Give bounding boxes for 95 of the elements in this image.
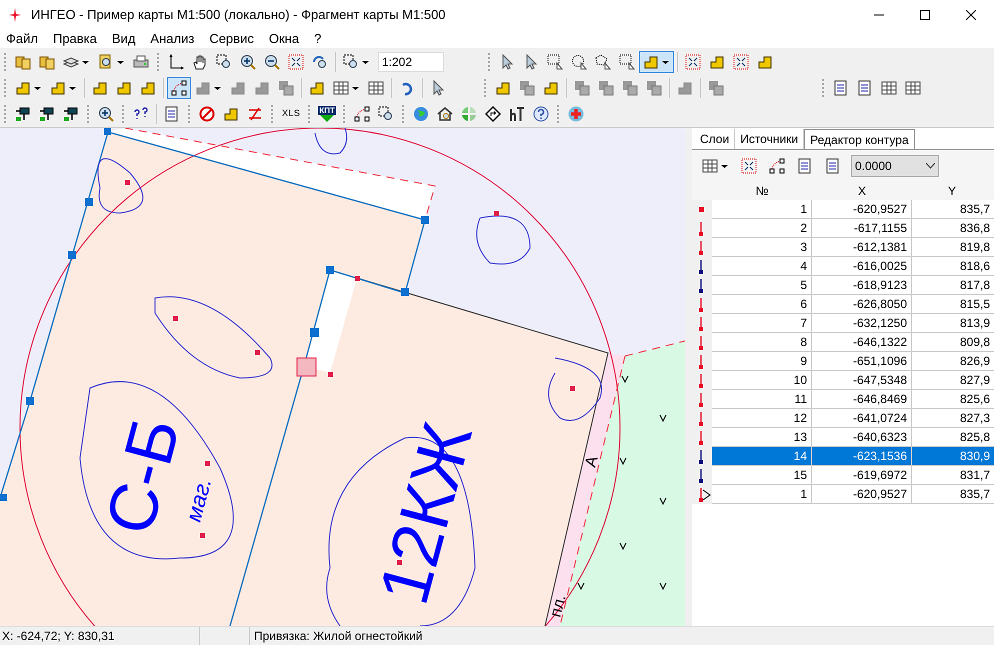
table-cell: -619,6972 [812,466,912,484]
triangle-icon [320,115,334,122]
table-cell: 9 [712,352,812,370]
table-cell: -620,9527 [812,200,912,218]
table-cell: -646,1322 [812,333,912,351]
panel-tab[interactable]: Редактор контура [804,129,915,149]
table-row[interactable]: 4 -616,0025 818,6 [712,257,994,276]
snap-status: Привязка: Жилой огнестойкий [253,628,422,645]
column-header[interactable]: № [712,182,812,200]
table-row[interactable]: 15 -619,6972 831,7 [712,466,994,485]
table-row[interactable]: 13 -640,6323 825,8 [712,428,994,447]
chevron-down-icon [926,163,935,169]
panel-tab[interactable]: Слои [695,129,736,149]
table-row[interactable]: 6 -626,8050 815,5 [712,295,994,314]
table-cell: 15 [712,466,812,484]
table-cell: -612,1381 [812,238,912,256]
menu-item[interactable]: ? [314,29,322,49]
map-label: пл. [547,592,570,620]
table-cell-text: 835,7 [958,486,991,503]
table-cell-text: 831,7 [958,467,991,484]
table-cell: 6 [712,295,812,313]
table-cell: 2 [712,219,812,237]
selected-vertex[interactable] [296,358,316,376]
table-row[interactable]: 2 -617,1155 836,8 [712,219,994,238]
table-cell: -626,8050 [812,295,912,313]
table-row[interactable]: 1 -620,9527 835,7 [712,200,994,219]
table-cell: -641,0724 [812,409,912,427]
table-cell-text: 818,6 [958,258,991,275]
table-cell: -616,0025 [812,257,912,275]
shape-icon[interactable] [639,51,674,73]
table-cell-text: 819,8 [958,239,991,256]
menu-item[interactable]: Файл [6,29,38,49]
scrollbar-track[interactable] [685,128,692,626]
map-canvas[interactable]: С-Б маг. 12КЖ А пл. [0,128,685,626]
table-cell: -640,6323 [812,428,912,446]
menu-item[interactable]: Сервис [209,29,254,49]
table-cell: -620,9527 [812,485,912,503]
table-cell: -647,5348 [812,371,912,389]
map-label: 12КЖ [364,414,487,612]
table-cell: -632,1250 [812,314,912,332]
table-cell: -618,9123 [812,276,912,294]
table-cell-text: 809,8 [958,334,991,351]
precision-dropdown[interactable]: 0.0000 [851,155,939,177]
table-cell: -623,1536 [812,447,912,465]
menu-item[interactable]: Окна [268,29,300,49]
table-cell-text: 827,3 [958,410,991,427]
kpt-button[interactable]: КПТ [315,106,339,122]
menu-item[interactable]: Правка [52,29,97,49]
menu-item[interactable]: Вид [112,29,136,49]
app-logo-icon [9,8,21,22]
table-cell: -646,8469 [812,390,912,408]
map-label: маг. [180,475,216,524]
table-cell: 5 [712,276,812,294]
table-cell: 8 [712,333,812,351]
table-cell: 10 [712,371,812,389]
table-row[interactable]: 7 -632,1250 813,9 [712,314,994,333]
table-cell: 11 [712,390,812,408]
table-row[interactable]: 5 -618,9123 817,8 [712,276,994,295]
column-header[interactable]: X [812,182,912,200]
table-cell-text: 817,8 [958,277,991,294]
column-header[interactable]: Y [912,182,992,200]
table-cell: 1 [712,485,812,503]
table-cell-text: 825,8 [958,429,991,446]
table-cell-text: 815,5 [958,296,991,313]
table-row[interactable]: 10 -647,5348 827,9 [712,371,994,390]
nodes-icon[interactable] [167,77,191,99]
coordinates-status: X: -624,72; Y: 830,31 [0,627,200,645]
table-cell-text: 825,6 [958,391,991,408]
table-cell-text: 827,9 [958,372,991,389]
table-cell: 4 [712,257,812,275]
table-cell: 3 [712,238,812,256]
table-cell: 1 [712,200,812,218]
export-xls-button[interactable]: XLS [278,107,304,121]
table-row[interactable]: 14 -623,1536 830,9 [712,447,994,466]
table-cell: -651,1096 [812,352,912,370]
table-cell: 13 [712,428,812,446]
table-row[interactable]: 8 -646,1322 809,8 [712,333,994,352]
table-row[interactable]: 9 -651,1096 826,9 [712,352,994,371]
window-title: ИНГЕО - Пример карты М1:500 (локально) - Фрагмент карты М1:500 [31,6,446,24]
table-cell: 14 [712,447,812,465]
table-cell: 12 [712,409,812,427]
table-row[interactable]: 12 -641,0724 827,3 [712,409,994,428]
table-cell-text: 826,9 [958,353,991,370]
table-cell-text: 813,9 [958,315,991,332]
table-cell-text: 830,9 [958,448,991,465]
table-row[interactable]: 1 -620,9527 835,7 [712,485,994,504]
scale-field[interactable]: 1:202 [378,52,444,72]
table-cell: 7 [712,314,812,332]
menu-item[interactable]: Анализ [150,29,194,49]
table-cell: -617,1155 [812,219,912,237]
table-cell-text: 836,8 [958,220,991,237]
table-cell-text: 835,7 [958,201,991,218]
map-label: А [582,454,602,470]
table-row[interactable]: 11 -646,8469 825,6 [712,390,994,409]
table-row[interactable]: 3 -612,1381 819,8 [712,238,994,257]
